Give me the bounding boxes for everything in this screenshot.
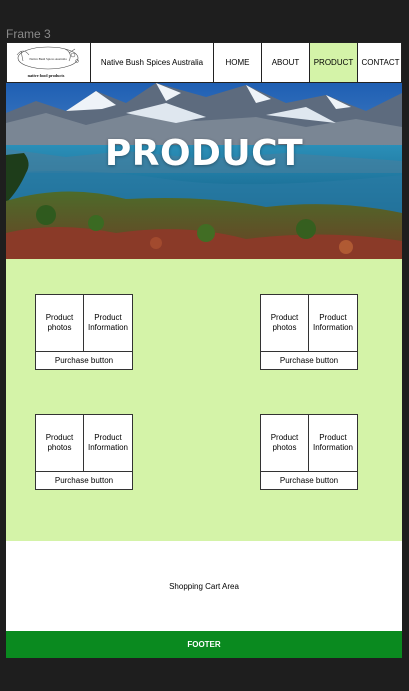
product-photos[interactable]: Product photos xyxy=(36,415,84,471)
product-information[interactable]: Product Information xyxy=(309,295,357,351)
purchase-button[interactable]: Purchase button xyxy=(36,351,132,369)
product-card: Product photos Product Information Purch… xyxy=(35,294,133,370)
product-area: Product photos Product Information Purch… xyxy=(6,259,402,541)
product-information[interactable]: Product Information xyxy=(84,295,132,351)
shopping-cart-area[interactable]: Shopping Cart Area xyxy=(6,541,402,631)
footer: FOOTER xyxy=(6,631,402,658)
logo-bottom-text: native food products xyxy=(28,73,65,78)
logo-image: Native Bush Spices Australia native food… xyxy=(16,46,79,78)
frame-label: Frame 3 xyxy=(6,27,51,41)
product-card: Product photos Product Information Purch… xyxy=(35,414,133,490)
nav-home[interactable]: HOME xyxy=(213,43,261,82)
hero-title: PRODUCT xyxy=(104,133,304,174)
product-card: Product photos Product Information Purch… xyxy=(260,414,358,490)
brand-name: Native Bush Spices Australia xyxy=(100,58,204,67)
product-information[interactable]: Product Information xyxy=(309,415,357,471)
product-photos[interactable]: Product photos xyxy=(36,295,84,351)
purchase-button[interactable]: Purchase button xyxy=(261,471,357,489)
logo-top-text: Native Bush Spices Australia xyxy=(29,57,67,61)
product-photos[interactable]: Product photos xyxy=(261,415,309,471)
purchase-button[interactable]: Purchase button xyxy=(36,471,132,489)
purchase-button[interactable]: Purchase button xyxy=(261,351,357,369)
logo[interactable]: Native Bush Spices Australia native food… xyxy=(7,43,91,82)
hero-banner: PRODUCT xyxy=(6,83,402,259)
nav-product[interactable]: PRODUCT xyxy=(309,43,357,82)
nav-contact[interactable]: CONTACT xyxy=(357,43,402,82)
product-photos[interactable]: Product photos xyxy=(261,295,309,351)
nav-about[interactable]: ABOUT xyxy=(261,43,309,82)
product-card: Product photos Product Information Purch… xyxy=(260,294,358,370)
site-header: Native Bush Spices Australia native food… xyxy=(6,42,402,83)
product-information[interactable]: Product Information xyxy=(84,415,132,471)
page-frame: Native Bush Spices Australia native food… xyxy=(6,42,402,658)
